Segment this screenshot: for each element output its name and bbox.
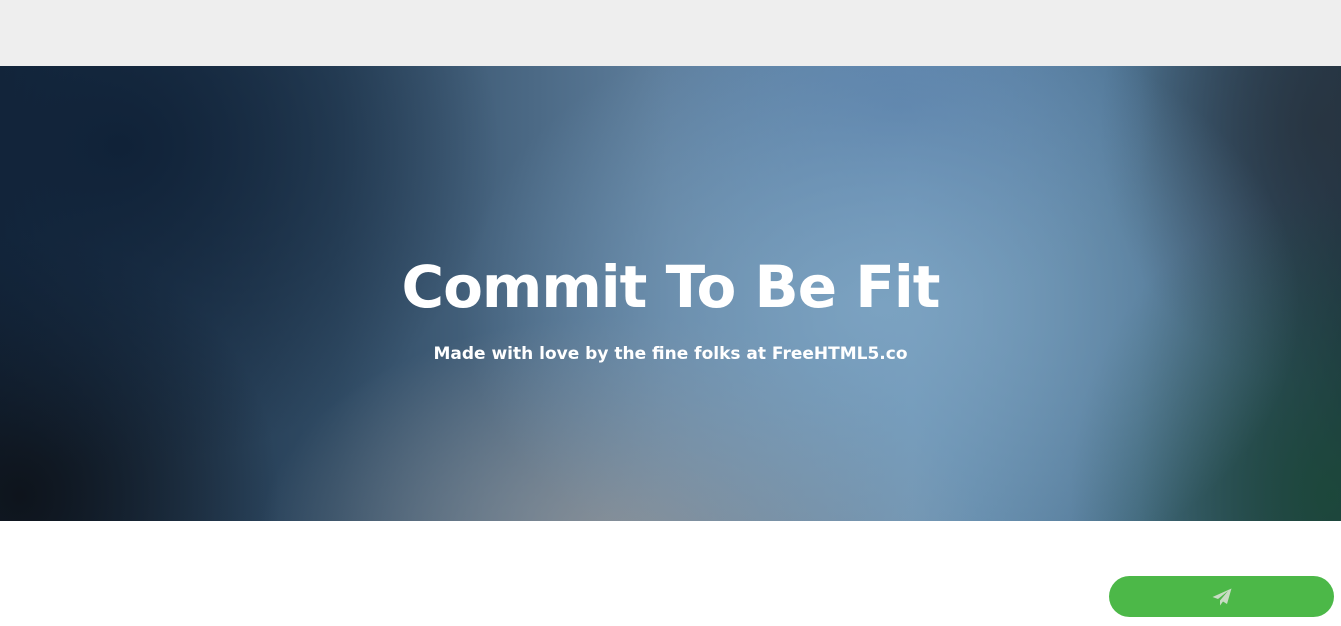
hero-title: Commit To Be Fit (401, 253, 941, 321)
hero-banner: Commit To Be Fit Made with love by the f… (0, 66, 1341, 521)
send-button[interactable] (1109, 576, 1334, 617)
hero-subtitle: Made with love by the fine folks at Free… (433, 344, 908, 364)
top-bar (0, 0, 1341, 66)
paper-plane-icon (1212, 588, 1232, 606)
